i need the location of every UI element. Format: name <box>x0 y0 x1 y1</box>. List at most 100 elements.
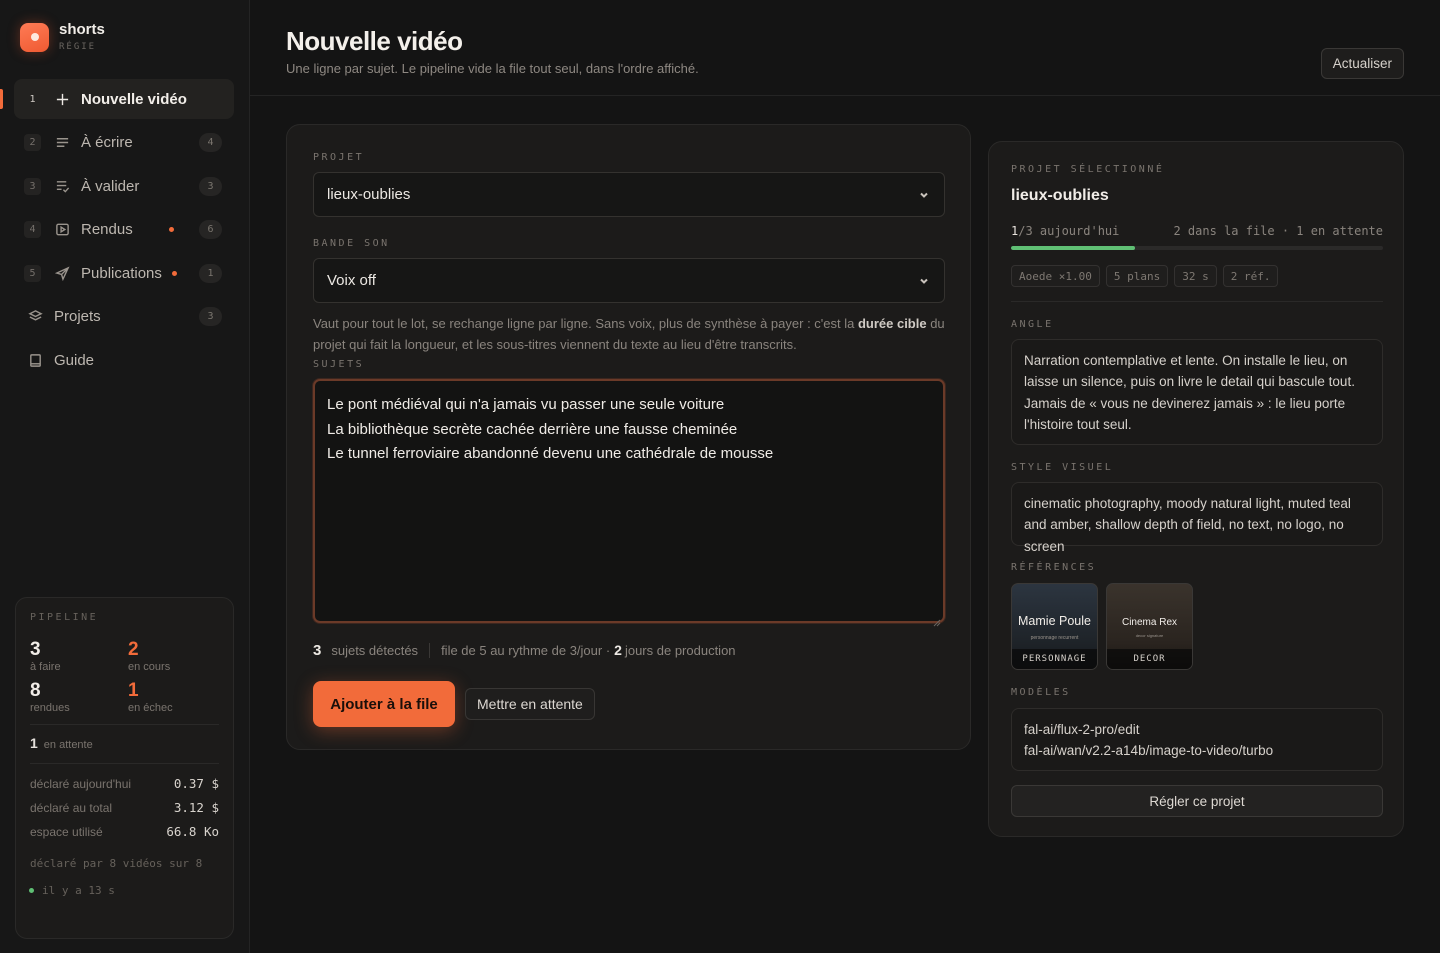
reference-thumbnail[interactable]: Cinema Rex decor signature DECOR <box>1106 583 1193 670</box>
sound-select-value: Voix off <box>327 272 376 289</box>
plus-icon <box>53 90 71 108</box>
reference-tag: PERSONNAGE <box>1012 649 1097 669</box>
divider <box>429 643 431 658</box>
refresh-button[interactable]: Actualiser <box>1320 48 1404 79</box>
divider <box>30 724 219 725</box>
sidebar-item-guide[interactable]: Guide <box>14 340 234 380</box>
book-icon <box>26 351 44 369</box>
pipeline-waiting: 1 en attente <box>30 735 219 751</box>
activity-dot-icon <box>168 227 174 232</box>
lines-icon <box>53 134 71 152</box>
production-days: 2 <box>614 642 622 658</box>
project-name: lieux-oublies <box>1011 187 1109 204</box>
quota-total: /3 aujourd'hui <box>1018 224 1120 238</box>
todo-count: 3 <box>30 639 41 660</box>
page-title: Nouvelle vidéo <box>286 26 463 56</box>
subjects-textarea[interactable]: Le pont médiéval qui n'a jamais vu passe… <box>313 379 945 627</box>
help-text: Vaut pour tout le lot, se rechange ligne… <box>313 316 858 331</box>
page-subtitle: Une ligne par sujet. Le pipeline vide la… <box>286 61 699 76</box>
daily-quota: 1/3 aujourd'hui <box>1011 224 1119 238</box>
subject-line: Le pont médiéval qui n'a jamais vu passe… <box>327 396 725 413</box>
failed-count: 1 <box>128 680 139 701</box>
sidebar-item-a-valider[interactable]: 3 À valider 3 <box>14 166 234 206</box>
references-label: RÉFÉRENCES <box>1011 562 1097 573</box>
stat-value: 0.37 $ <box>173 776 219 791</box>
nav-index: 4 <box>24 221 41 238</box>
sidebar-item-label: Publications <box>81 264 162 282</box>
layers-icon <box>26 308 44 326</box>
sidebar-item-label: Guide <box>54 351 95 369</box>
models-list: fal-ai/flux-2-pro/edit fal-ai/wan/v2.2-a… <box>1011 708 1383 771</box>
divider <box>1011 301 1383 302</box>
style-text: cinematic photography, moody natural lig… <box>1011 482 1383 554</box>
brand-logo-icon <box>20 22 49 52</box>
sidebar-item-projets[interactable]: Projets 3 <box>14 297 234 337</box>
subject-line: La bibliothèque secrète cachée derrière … <box>327 420 738 438</box>
nav-index: 3 <box>24 177 41 195</box>
angle-text: Narration contemplative et lente. On ins… <box>1011 339 1383 445</box>
stat-row: déclaré aujourd'hui 0.37 $ <box>30 776 219 791</box>
sidebar-item-nouvelle-video[interactable]: 1 Nouvelle vidéo <box>0 79 234 119</box>
nav-index: 5 <box>24 264 41 282</box>
production-days-label: jours de production <box>624 643 736 658</box>
send-icon <box>53 264 71 282</box>
rendered-label: rendues <box>30 702 70 714</box>
references-list: Mamie Poule personnage recurrent PERSONN… <box>1011 583 1193 670</box>
last-update: il y a 13 s <box>29 884 219 897</box>
chevron-down-icon <box>918 188 930 205</box>
sidebar-item-rendus[interactable]: 4 Rendus 6 <box>14 210 234 250</box>
subject-line: Le tunnel ferroviaire abandonné devenu u… <box>327 445 774 462</box>
reference-title: Mamie Poule <box>1018 614 1091 628</box>
running-count: 2 <box>128 639 139 660</box>
refs-chip: 2 réf. <box>1222 265 1279 287</box>
stat-value: 66.8 Ko <box>166 824 219 839</box>
put-on-hold-button[interactable]: Mettre en attente <box>465 688 595 720</box>
status-dot-icon <box>29 888 34 893</box>
running-label: en cours <box>128 661 171 673</box>
sound-label: BANDE SON <box>313 238 390 249</box>
chevron-down-icon <box>918 274 930 291</box>
pipeline-panel: PIPELINE 3 à faire 2 en cours 8 rendues … <box>15 597 234 939</box>
brand[interactable]: shorts RÉGIE <box>20 22 105 52</box>
new-video-form: PROJET lieux-oublies BANDE SON Voix off … <box>286 124 971 750</box>
voice-chip: Aoede ×1.00 <box>1011 265 1100 287</box>
models-label: MODÈLES <box>1011 687 1071 698</box>
resize-handle-icon[interactable] <box>933 611 941 627</box>
project-settings-button[interactable]: Régler ce projet <box>1011 785 1383 817</box>
activity-dot-icon <box>171 270 177 276</box>
divider <box>30 763 219 764</box>
nav-index: 2 <box>24 134 41 151</box>
project-chips: Aoede ×1.00 5 plans 32 s 2 réf. <box>1011 265 1279 287</box>
queue-status: 2 dans la file · 1 en attente <box>1173 224 1383 238</box>
shots-chip: 5 plans <box>1105 265 1169 287</box>
sidebar-item-label: Projets <box>54 308 101 325</box>
sidebar-item-publications[interactable]: 5 Publications 1 <box>14 253 234 293</box>
sound-select[interactable]: Voix off <box>313 258 945 303</box>
pipeline-failed: 1 en échec <box>128 680 226 715</box>
project-label: PROJET <box>313 152 365 163</box>
stat-label: espace utilisé <box>30 825 103 839</box>
sidebar-item-label: Rendus <box>81 221 133 238</box>
reference-thumbnail[interactable]: Mamie Poule personnage recurrent PERSONN… <box>1011 583 1098 670</box>
sidebar-item-label: À valider <box>81 177 140 195</box>
selected-project-label: PROJET SÉLECTIONNÉ <box>1011 164 1165 175</box>
brand-subtitle: RÉGIE <box>59 42 97 52</box>
brand-name: shorts <box>59 21 105 38</box>
failed-label: en échec <box>128 702 173 714</box>
nav-count-badge: 1 <box>199 263 222 283</box>
sidebar: shorts RÉGIE 1 Nouvelle vidéo 2 À écrire… <box>0 0 250 953</box>
stat-row: espace utilisé 66.8 Ko <box>30 824 219 839</box>
angle-label: ANGLE <box>1011 319 1054 330</box>
nav-count-badge: 3 <box>199 307 222 326</box>
project-select-value: lieux-oublies <box>327 186 411 203</box>
pipeline-rendered: 8 rendues <box>30 681 128 715</box>
reference-caption: personnage recurrent <box>1030 635 1079 641</box>
reference-tag: DECOR <box>1107 649 1192 669</box>
project-select[interactable]: lieux-oublies <box>313 172 945 217</box>
last-update-text: il y a 13 s <box>42 884 115 897</box>
sidebar-nav: 1 Nouvelle vidéo 2 À écrire 4 3 À valide… <box>0 79 234 384</box>
add-to-queue-button[interactable]: Ajouter à la file <box>313 681 455 727</box>
sidebar-item-label: Nouvelle vidéo <box>81 90 187 108</box>
todo-label: à faire <box>30 661 61 673</box>
sidebar-item-a-ecrire[interactable]: 2 À écrire 4 <box>14 123 234 163</box>
